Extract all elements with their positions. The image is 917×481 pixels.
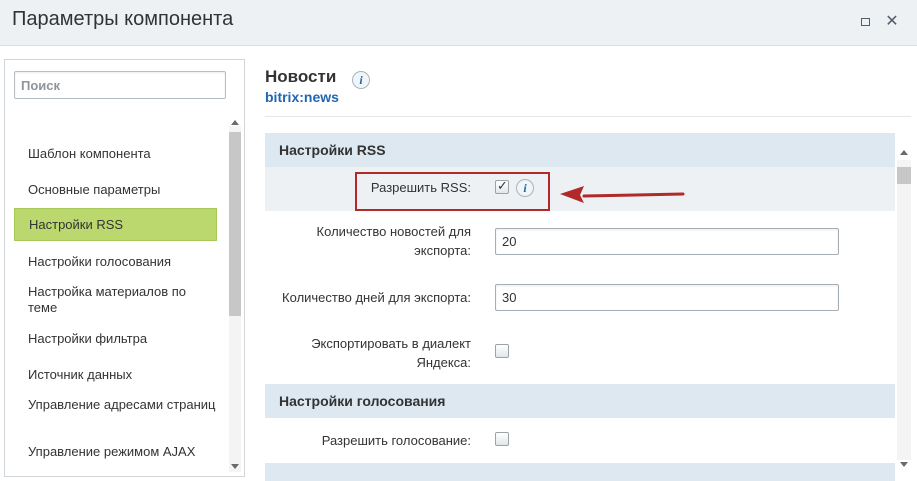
scrollbar-track[interactable] — [897, 160, 911, 460]
scroll-down-arrow-icon[interactable] — [900, 462, 908, 467]
news-count-label: Количество новостей для экспорта: — [316, 224, 471, 258]
next-section-header — [265, 463, 895, 481]
header-divider — [265, 116, 911, 117]
allow-voting-checkbox[interactable] — [495, 432, 509, 446]
sidebar: Шаблон компонента Основные параметры Нас… — [4, 59, 245, 477]
component-title: Новости — [265, 67, 337, 86]
scrollbar-thumb[interactable] — [229, 132, 241, 316]
yandex-checkbox[interactable] — [495, 344, 509, 358]
row-yandex: Экспортировать в диалект Яндекса: — [265, 328, 895, 378]
sidebar-item-filter[interactable]: Настройки фильтра — [14, 331, 217, 347]
info-icon[interactable]: i — [352, 71, 370, 89]
section-rss-header: Настройки RSS — [265, 133, 895, 167]
allow-voting-label: Разрешить голосование: — [321, 433, 471, 448]
row-allow-voting: Разрешить голосование: — [265, 422, 895, 456]
sidebar-item-urls[interactable]: Управление адресами страниц — [14, 397, 217, 413]
yandex-label: Экспортировать в диалект Яндекса: — [311, 336, 471, 370]
search-input[interactable] — [14, 71, 226, 99]
component-code: bitrix:news — [265, 89, 339, 105]
scroll-up-arrow-icon[interactable] — [900, 150, 908, 155]
sidebar-item-ajax[interactable]: Управление режимом AJAX — [14, 444, 217, 460]
sidebar-scrollbar[interactable] — [229, 120, 241, 472]
sidebar-item-rss[interactable]: Настройки RSS — [14, 208, 217, 241]
window-title: Параметры компонента — [12, 8, 234, 30]
scrollbar-thumb[interactable] — [897, 167, 911, 184]
sidebar-item-basic[interactable]: Основные параметры — [14, 182, 217, 198]
scroll-down-arrow-icon[interactable] — [231, 464, 239, 469]
close-icon[interactable]: ✕ — [884, 14, 900, 30]
title-bar: Параметры компонента ✕ — [0, 0, 917, 46]
maximize-icon[interactable] — [857, 14, 873, 30]
section-voting-header: Настройки голосования — [265, 384, 895, 418]
days-count-label: Количество дней для экспорта: — [282, 290, 471, 305]
sidebar-item-related[interactable]: Настройка материалов по теме — [14, 284, 217, 316]
sidebar-item-voting[interactable]: Настройки голосования — [14, 254, 217, 270]
news-count-field[interactable] — [495, 228, 839, 255]
annotation-arrow-icon — [560, 186, 685, 203]
main-scrollbar[interactable] — [897, 150, 911, 468]
sidebar-item-label: Настройки RSS — [29, 216, 124, 232]
scroll-up-arrow-icon[interactable] — [231, 120, 239, 125]
annotation-highlight-box — [355, 172, 550, 211]
sidebar-item-datasource[interactable]: Источник данных — [14, 367, 217, 383]
sidebar-item-template[interactable]: Шаблон компонента — [14, 146, 217, 162]
days-count-field[interactable] — [495, 284, 839, 311]
